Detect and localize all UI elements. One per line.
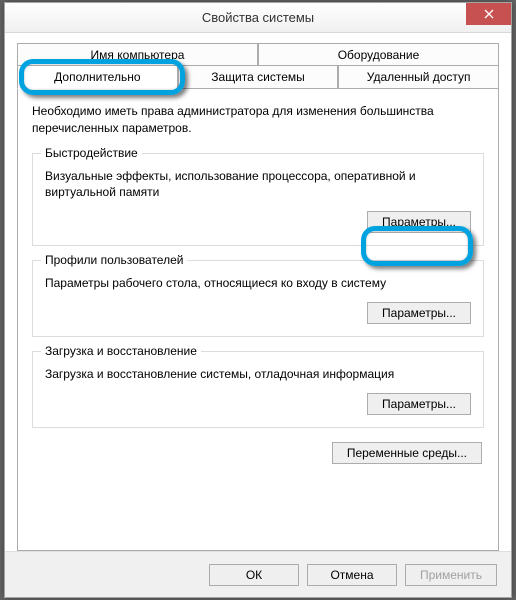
startup-settings-button[interactable]: Параметры... bbox=[367, 393, 471, 415]
tab-computer-name[interactable]: Имя компьютера bbox=[17, 43, 258, 67]
group-startup-legend: Загрузка и восстановление bbox=[41, 344, 201, 358]
group-performance: Быстродействие Визуальные эффекты, испол… bbox=[32, 153, 484, 247]
ok-button[interactable]: ОК bbox=[209, 564, 299, 586]
apply-button[interactable]: Применить bbox=[405, 564, 497, 586]
group-startup-desc: Загрузка и восстановление системы, отлад… bbox=[45, 366, 471, 383]
dialog-footer: ОК Отмена Применить bbox=[5, 551, 511, 597]
tab-hardware[interactable]: Оборудование bbox=[258, 43, 499, 67]
group-performance-desc: Визуальные эффекты, использование процес… bbox=[45, 168, 471, 202]
environment-variables-button[interactable]: Переменные среды... bbox=[332, 442, 482, 464]
profiles-settings-button[interactable]: Параметры... bbox=[367, 302, 471, 324]
group-startup: Загрузка и восстановление Загрузка и вос… bbox=[32, 351, 484, 428]
system-properties-window: Свойства системы Имя компьютера Оборудов… bbox=[4, 2, 512, 598]
titlebar: Свойства системы bbox=[5, 3, 511, 33]
envvar-row: Переменные среды... bbox=[32, 442, 484, 472]
performance-settings-button[interactable]: Параметры... bbox=[367, 211, 471, 233]
window-title: Свойства системы bbox=[202, 10, 314, 25]
close-icon bbox=[484, 9, 494, 19]
intro-text: Необходимо иметь права администратора дл… bbox=[32, 103, 484, 137]
group-profiles-legend: Профили пользователей bbox=[41, 253, 187, 267]
close-button[interactable] bbox=[466, 3, 511, 25]
cancel-button[interactable]: Отмена bbox=[307, 564, 397, 586]
tab-system-protection[interactable]: Защита системы bbox=[178, 65, 339, 89]
group-performance-legend: Быстродействие bbox=[41, 146, 142, 160]
tabstrip: Имя компьютера Оборудование Дополнительн… bbox=[17, 43, 499, 89]
tab-remote[interactable]: Удаленный доступ bbox=[338, 65, 499, 89]
tab-content-advanced: Необходимо иметь права администратора дл… bbox=[17, 88, 499, 551]
tab-advanced[interactable]: Дополнительно bbox=[17, 65, 178, 89]
dialog-body: Имя компьютера Оборудование Дополнительн… bbox=[5, 33, 511, 551]
group-profiles: Профили пользователей Параметры рабочего… bbox=[32, 260, 484, 337]
group-profiles-desc: Параметры рабочего стола, относящиеся ко… bbox=[45, 275, 471, 292]
